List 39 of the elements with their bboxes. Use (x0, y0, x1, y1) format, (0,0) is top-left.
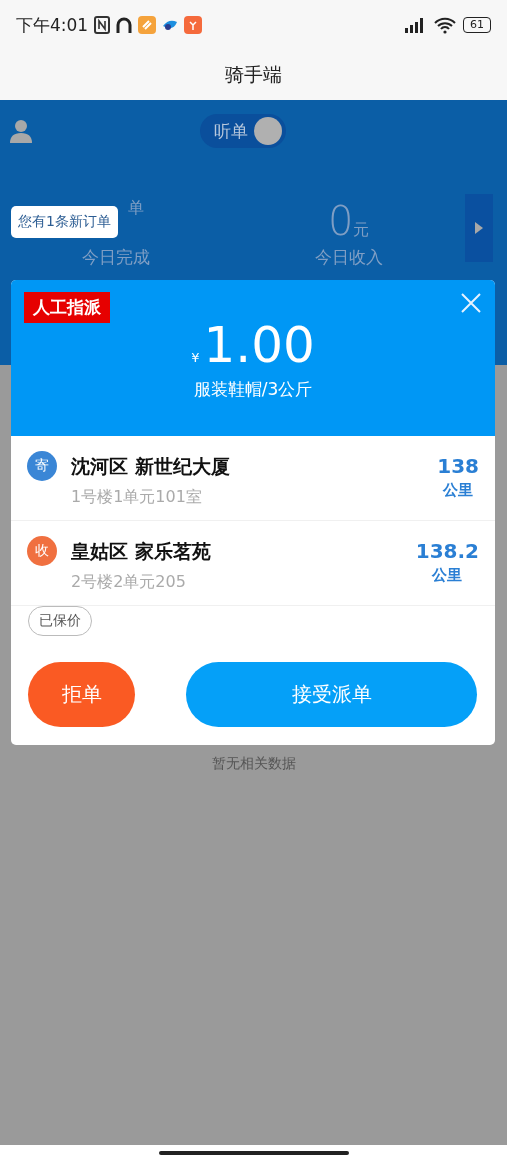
dispatch-tag: 人工指派 (24, 292, 110, 323)
headphone-icon (116, 16, 133, 34)
app-icon (138, 16, 157, 34)
stop-badge: 寄 (27, 451, 57, 481)
nfc-icon (94, 16, 111, 34)
close-button[interactable] (460, 292, 482, 314)
distance-value: 138.2 (415, 538, 479, 565)
stat-value: 0 (328, 198, 354, 244)
stat-unit: 单 (128, 198, 145, 219)
user-icon[interactable] (10, 119, 32, 143)
stop-badge: 收 (27, 536, 57, 566)
next-button[interactable] (465, 194, 493, 262)
distance-unit: 公里 (443, 481, 474, 500)
goods-info: 服装鞋帽/3公斤 (193, 378, 313, 401)
stat-label: 今日收入 (314, 246, 383, 269)
address-detail: 2号楼2单元205 (71, 572, 187, 593)
toast-message: 您有1条新订单 (11, 206, 118, 238)
address-name: 皇姑区 家乐茗苑 (71, 539, 212, 564)
app-icon (184, 16, 203, 34)
arrow-right-icon (474, 221, 484, 235)
currency-symbol: ¥ (191, 350, 200, 365)
wifi-icon (433, 16, 457, 34)
listen-toggle[interactable]: 听单 (199, 114, 286, 148)
home-indicator[interactable] (158, 1150, 349, 1155)
reject-button[interactable]: 拒单 (28, 662, 135, 727)
close-icon (460, 292, 482, 314)
accept-button[interactable]: 接受派单 (186, 662, 477, 727)
stat-label: 今日完成 (82, 246, 151, 269)
address-name: 沈河区 新世纪大厦 (71, 454, 231, 479)
status-time: 下午4:01 (16, 13, 89, 37)
stat-unit: 元 (353, 220, 370, 241)
battery-icon: 61 (463, 17, 491, 33)
app-icon (162, 18, 179, 32)
address-detail: 1号楼1单元101室 (71, 487, 203, 508)
distance-unit: 公里 (432, 566, 463, 585)
page-title: 骑手端 (0, 50, 507, 100)
empty-message: 暂无相关数据 (210, 755, 297, 773)
distance-value: 138 (437, 453, 479, 480)
order-price: 1.00 (203, 318, 315, 372)
